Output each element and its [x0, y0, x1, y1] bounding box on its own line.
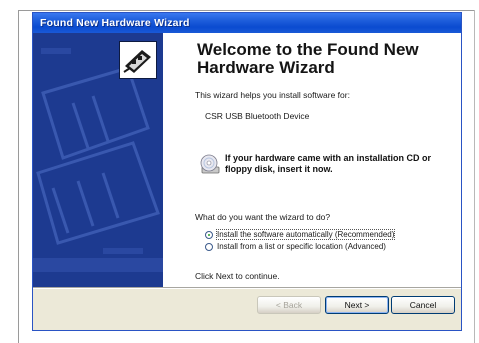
- page-title: Welcome to the Found New Hardware Wizard: [197, 40, 419, 77]
- radio-unselected-icon[interactable]: [205, 242, 213, 251]
- page-frame-left: [18, 10, 19, 343]
- continue-hint: Click Next to continue.: [195, 271, 280, 281]
- intro-text: This wizard helps you install software f…: [195, 90, 350, 100]
- cancel-button[interactable]: Cancel: [391, 296, 455, 314]
- wizard-window: Found New Hardware Wizard Welcome to the…: [32, 12, 462, 331]
- title-bar[interactable]: Found New Hardware Wizard: [33, 13, 461, 33]
- device-name: CSR USB Bluetooth Device: [205, 111, 310, 121]
- option-install-from-list[interactable]: Install from a list or specific location…: [205, 241, 386, 252]
- wizard-content: Welcome to the Found New Hardware Wizard…: [163, 33, 461, 287]
- button-separator-highlight: [33, 288, 461, 289]
- cd-disk-icon: [199, 153, 221, 175]
- wizard-question: What do you want the wizard to do?: [195, 212, 331, 222]
- option-label: Install from a list or specific location…: [217, 242, 386, 251]
- wizard-side-panel: [33, 33, 163, 287]
- window-title: Found New Hardware Wizard: [40, 17, 190, 29]
- option-label: Install the software automatically (Reco…: [215, 229, 396, 240]
- back-button[interactable]: < Back: [257, 296, 321, 314]
- option-install-automatically[interactable]: Install the software automatically (Reco…: [205, 229, 396, 240]
- next-button[interactable]: Next >: [325, 296, 389, 314]
- radio-selected-icon[interactable]: [205, 230, 213, 239]
- cd-prompt: If your hardware came with an installati…: [225, 153, 432, 174]
- page-frame-top: [18, 10, 475, 11]
- page-frame-right: [474, 10, 475, 343]
- hardware-card-icon: [119, 41, 157, 79]
